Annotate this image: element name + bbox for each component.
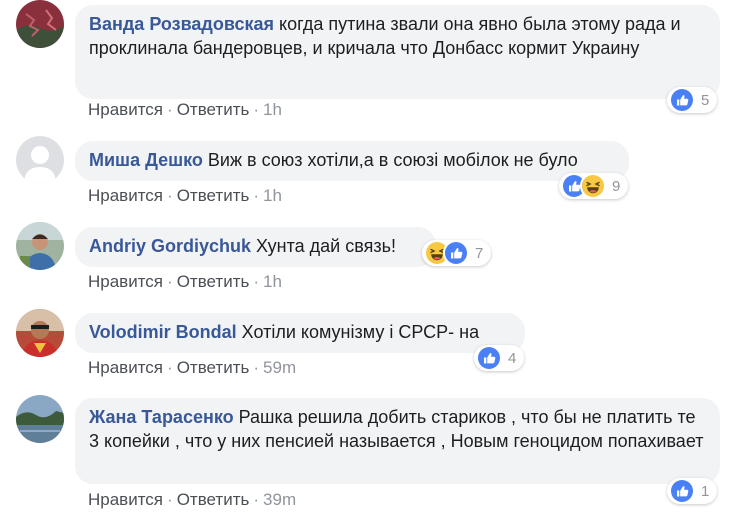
reply-link[interactable]: Ответить (177, 358, 250, 377)
haha-icon (580, 173, 606, 199)
comment-text: Хунта дай связь! (256, 236, 396, 256)
like-icon (669, 478, 695, 504)
comment-bubble: Volodimir Bondal Хотіли комунізму і СРСР-… (75, 313, 525, 353)
like-link[interactable]: Нравится (88, 100, 163, 119)
reaction-summary[interactable]: 7 (422, 240, 492, 266)
comment-bubble: Жана Тарасенко Рашка решила добить старик… (75, 398, 720, 484)
avatar[interactable] (16, 222, 64, 270)
reaction-count: 5 (701, 91, 710, 109)
like-link[interactable]: Нравится (88, 186, 163, 205)
reaction-summary[interactable]: 1 (667, 478, 718, 504)
comment-text: Виж в союз хотіли,а в союзі мобілок не б… (207, 150, 578, 170)
comment-actions: Нравится · Ответить · 1h (88, 272, 282, 292)
avatar[interactable] (16, 0, 64, 48)
like-icon (669, 87, 695, 113)
comment-author[interactable]: Andriy Gordiychuk (89, 236, 251, 256)
like-link[interactable]: Нравится (88, 358, 163, 377)
reaction-count: 9 (612, 177, 621, 195)
separator: · (253, 272, 260, 291)
comment-actions: Нравится · Ответить · 1h (88, 186, 282, 206)
separator: · (167, 272, 173, 291)
separator: · (253, 100, 260, 119)
reaction-summary[interactable]: 9 (559, 173, 629, 199)
reply-link[interactable]: Ответить (177, 100, 250, 119)
separator: · (167, 186, 173, 205)
timestamp[interactable]: 59m (263, 358, 296, 377)
timestamp[interactable]: 1h (263, 272, 282, 291)
timestamp[interactable]: 39m (263, 490, 296, 509)
reaction-count: 1 (701, 482, 710, 500)
like-link[interactable]: Нравится (88, 490, 163, 509)
separator: · (253, 186, 260, 205)
comment-actions: Нравится · Ответить · 59m (88, 358, 296, 378)
comment-actions: Нравится · Ответить · 1h (88, 100, 282, 120)
reply-link[interactable]: Ответить (177, 490, 250, 509)
separator: · (167, 100, 173, 119)
avatar[interactable] (16, 136, 64, 184)
reaction-count: 4 (508, 349, 517, 367)
reply-link[interactable]: Ответить (177, 186, 250, 205)
comment-author[interactable]: Volodimir Bondal (89, 322, 237, 342)
reply-link[interactable]: Ответить (177, 272, 250, 291)
timestamp[interactable]: 1h (263, 186, 282, 205)
separator: · (167, 358, 173, 377)
like-icon (476, 345, 502, 371)
separator: · (253, 490, 260, 509)
comment-author[interactable]: Жана Тарасенко (89, 407, 234, 427)
separator: · (253, 358, 260, 377)
separator: · (167, 490, 173, 509)
reaction-summary[interactable]: 5 (667, 87, 718, 113)
comment-author[interactable]: Миша Дешко (89, 150, 203, 170)
like-link[interactable]: Нравится (88, 272, 163, 291)
comment-actions: Нравится · Ответить · 39m (88, 490, 296, 510)
comment-bubble: Andriy Gordiychuk Хунта дай связь! (75, 227, 436, 267)
like-icon (443, 240, 469, 266)
avatar[interactable] (16, 395, 64, 443)
comment-author[interactable]: Ванда Розвадовская (89, 14, 274, 34)
avatar[interactable] (16, 309, 64, 357)
timestamp[interactable]: 1h (263, 100, 282, 119)
comment-bubble: Миша Дешко Виж в союз хотіли,а в союзі мо… (75, 141, 629, 181)
reaction-count: 7 (475, 244, 484, 262)
comment-text: Хотіли комунізму і СРСР- на (241, 322, 480, 342)
reaction-summary[interactable]: 4 (474, 345, 525, 371)
comment-bubble: Ванда Розвадовская когда путина звали она… (75, 5, 720, 99)
